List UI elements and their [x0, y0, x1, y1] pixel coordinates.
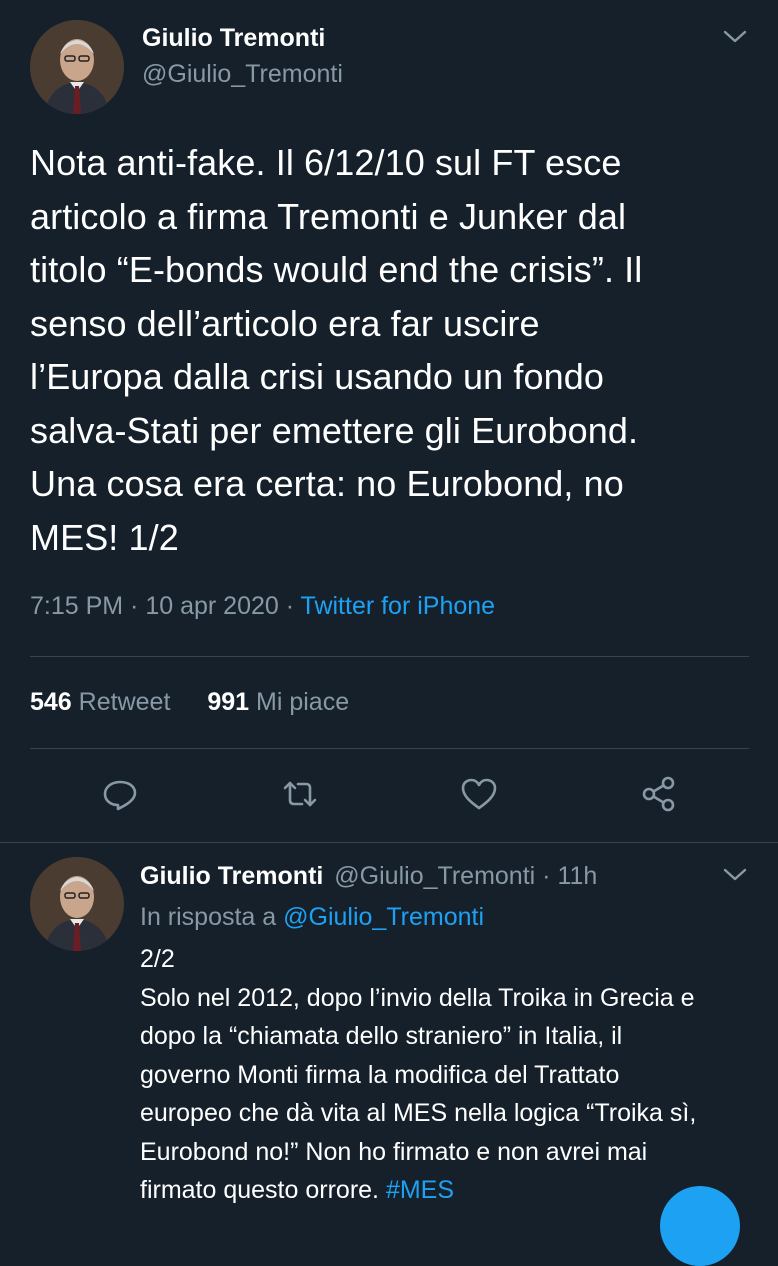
avatar[interactable] [30, 20, 124, 114]
author-name[interactable]: Giulio Tremonti [140, 862, 323, 890]
reply-text-line: governo Monti firma la modifica del Trat… [140, 1060, 620, 1089]
tweet-source-link[interactable]: Twitter for iPhone [301, 592, 496, 620]
compose-button[interactable] [660, 1186, 740, 1266]
share-icon[interactable] [639, 774, 679, 814]
tweet-text-line: articolo a firma Tremonti e Junker dal [30, 195, 627, 237]
reply-text-line: europeo che dà vita al MES nella logica … [140, 1099, 697, 1127]
reply-header: Giulio Tremonti @Giulio_Tremonti · 11h [140, 862, 597, 891]
in-reply-to-label: In risposta a [140, 903, 277, 931]
chevron-down-icon[interactable] [722, 864, 748, 884]
reply-text-line: dopo la “chiamata dello straniero” in It… [140, 1022, 623, 1050]
reply-text-line: Eurobond no!” Non ho firmato e non avrei… [140, 1137, 648, 1166]
like-count: 991 [207, 688, 250, 716]
divider [30, 656, 749, 657]
tweet-text-line: MES! 1/2 [30, 516, 179, 558]
reply-text-line: Solo nel 2012, dopo l’invio della Troika… [140, 983, 695, 1012]
avatar[interactable] [30, 857, 124, 951]
retweet-count: 546 [30, 688, 72, 716]
author-name[interactable]: Giulio Tremonti [142, 24, 325, 53]
like-icon[interactable] [459, 774, 499, 814]
tweet-text-line: salva-Stati per emettere gli Eurobond. [30, 409, 639, 451]
meta-separator: · [542, 862, 551, 890]
tweet-text-line: Nota anti-fake. Il 6/12/10 sul FT esce [30, 142, 622, 183]
in-reply-to-handle[interactable]: @Giulio_Tremonti [283, 903, 484, 931]
retweet-stat[interactable]: 546 Retweet [30, 688, 170, 716]
retweet-icon[interactable] [280, 774, 320, 814]
tweet-text: Nota anti-fake. Il 6/12/10 sul FT esce a… [30, 136, 750, 564]
tweet-text-line: l’Europa dalla crisi usando un fondo [30, 356, 604, 397]
reply-icon[interactable] [100, 774, 140, 814]
tweet-meta: 7:15 PM · 10 apr 2020 · Twitter for iPho… [30, 592, 495, 621]
tweet-time: 7:15 PM [30, 592, 124, 620]
avatar-portrait [30, 857, 124, 951]
tweet-text-line: senso dell’articolo era far uscire [30, 302, 540, 344]
reply-text-line: 2/2 [140, 945, 175, 973]
like-stat[interactable]: 991 Mi piace [207, 688, 349, 716]
tweet-age: 11h [557, 862, 598, 890]
tweet-date: 10 apr 2020 [145, 592, 279, 620]
in-reply-to: In risposta a @Giulio_Tremonti [140, 903, 484, 932]
tweet-text-line: titolo “E-bonds would end the crisis”. I… [30, 249, 643, 290]
author-handle[interactable]: @Giulio_Tremonti [142, 60, 343, 89]
like-label: Mi piace [256, 688, 350, 716]
tweet-stats: 546 Retweet 991 Mi piace [30, 688, 349, 717]
author-handle[interactable]: @Giulio_Tremonti [334, 862, 535, 890]
tweet-text-line: Una cosa era certa: no Eurobond, no [30, 463, 624, 504]
divider [30, 748, 749, 749]
retweet-label: Retweet [78, 688, 171, 716]
meta-separator: · [278, 592, 301, 620]
avatar-portrait [30, 20, 124, 114]
reply-text: 2/2 Solo nel 2012, dopo l’invio della Tr… [140, 940, 760, 1210]
divider [0, 842, 778, 843]
chevron-down-icon[interactable] [722, 26, 748, 46]
meta-separator: · [123, 592, 146, 620]
